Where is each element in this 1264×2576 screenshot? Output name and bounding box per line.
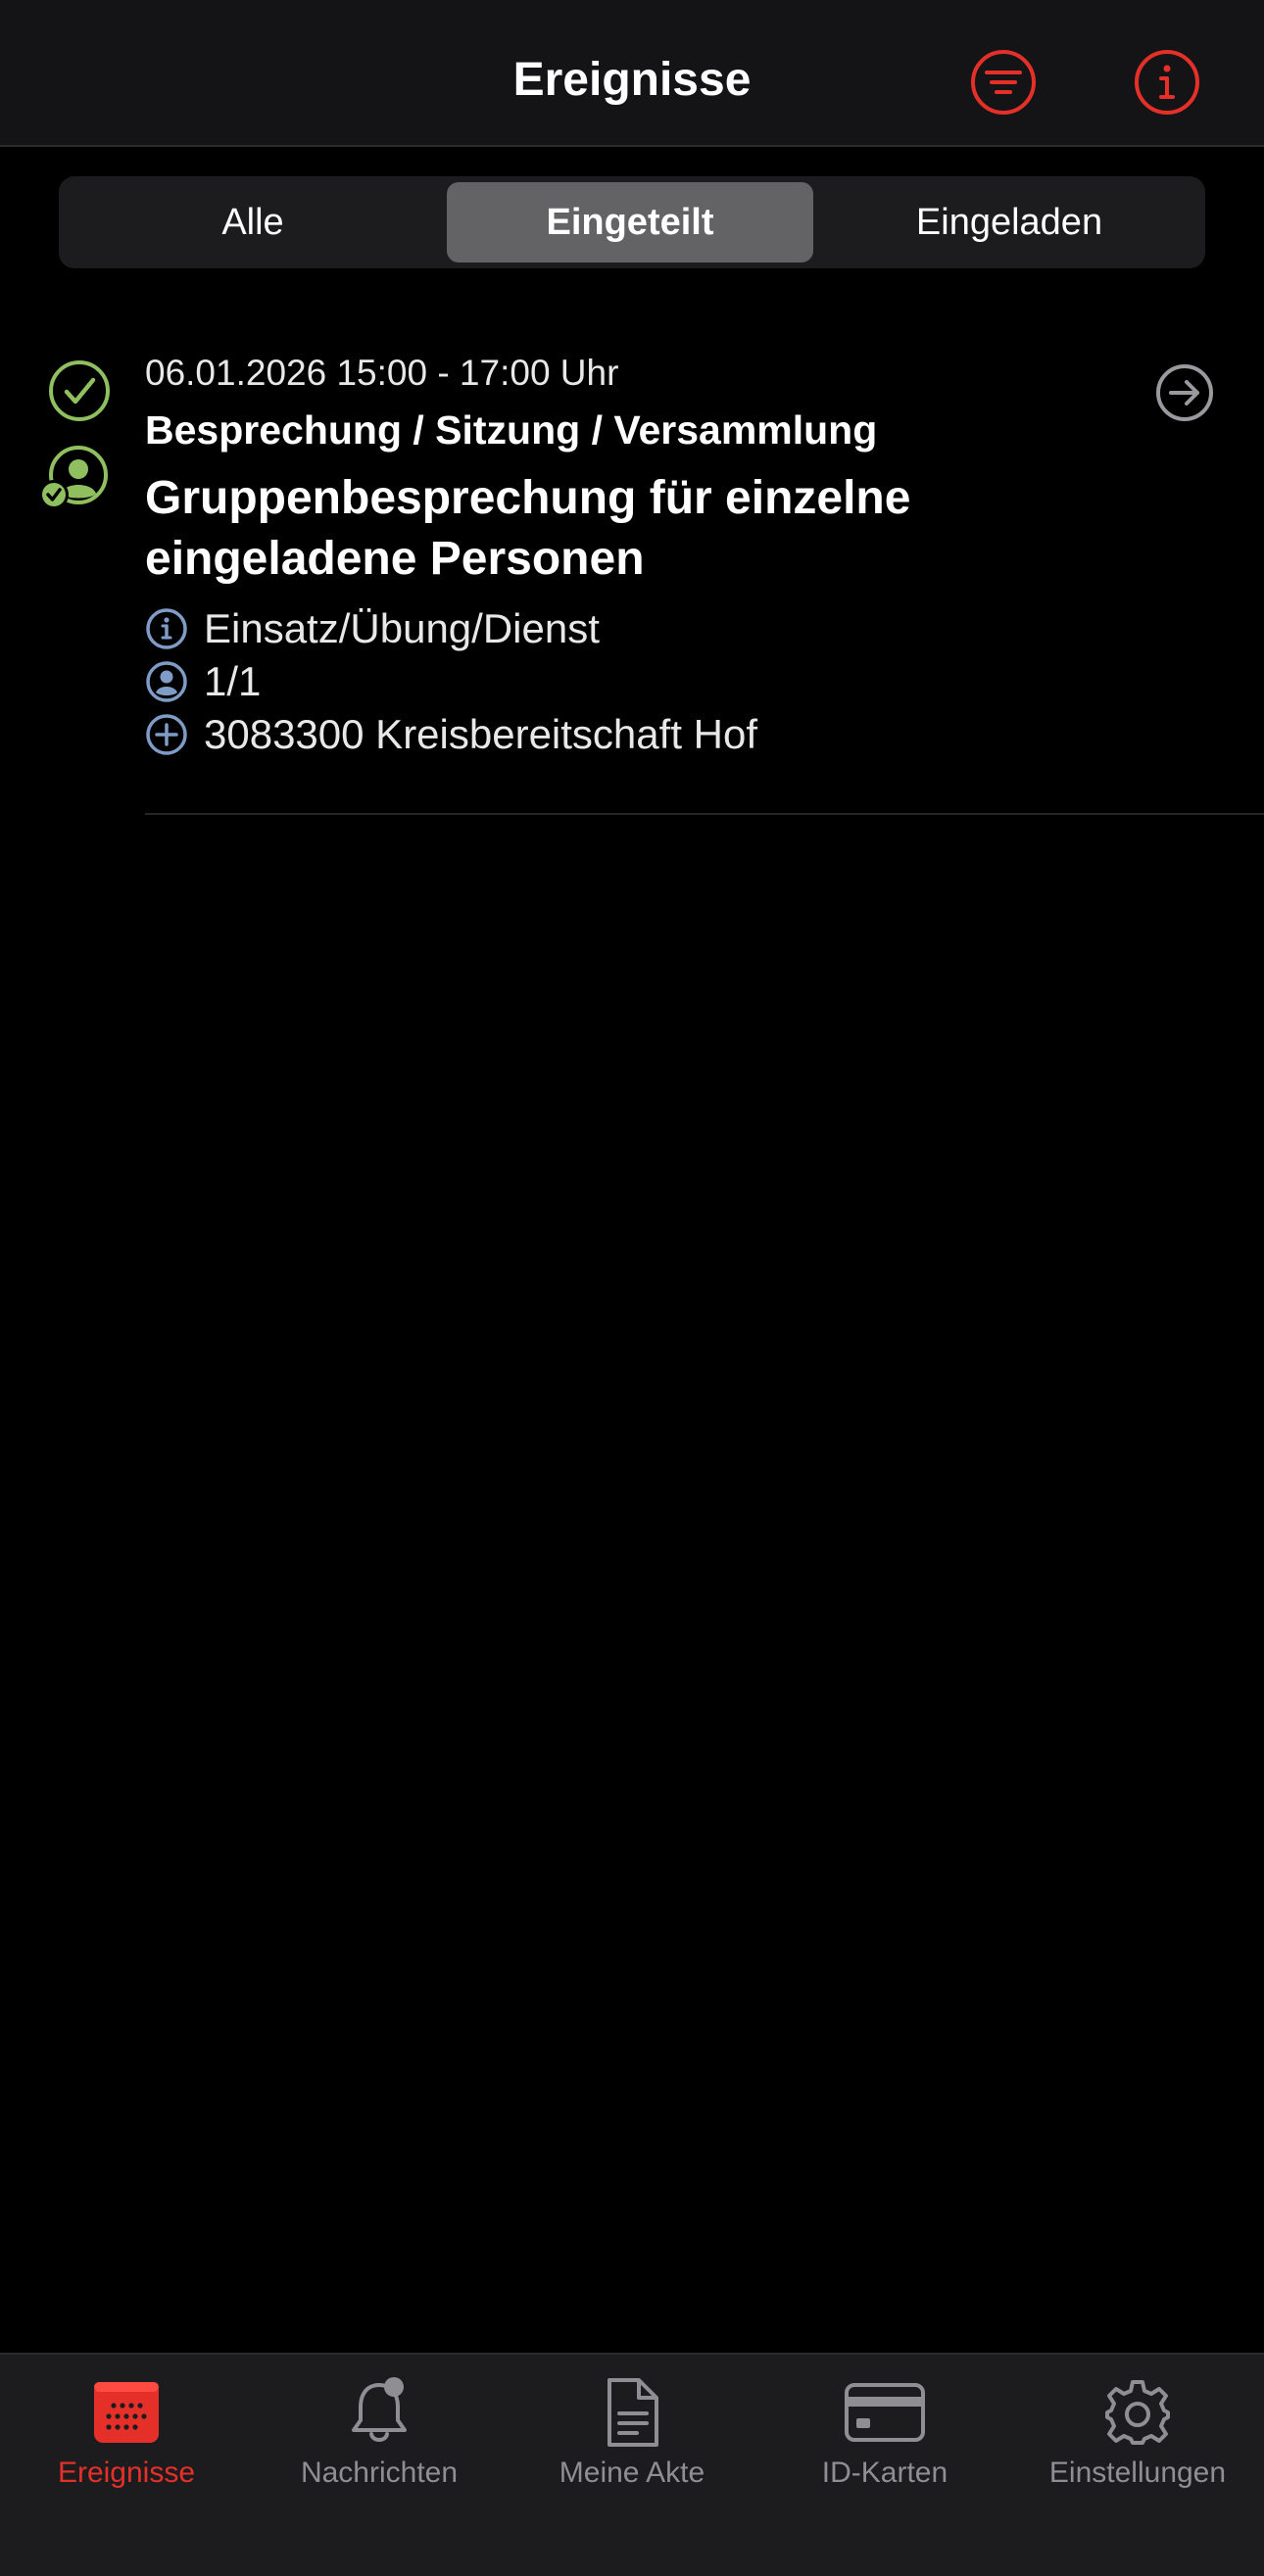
plus-circle-icon [146,714,187,755]
segment-alle[interactable]: Alle [65,182,441,262]
segmented-control: Alle Eingeteilt Eingeladen [59,176,1205,268]
event-title: Gruppenbesprechung für einzelne eingelad… [145,472,911,585]
event-type-row: Einsatz/Übung/Dienst [145,603,600,654]
tab-label-meine-akte: Meine Akte [559,2457,705,2489]
calendar-icon [0,2374,253,2451]
tab-label-nachrichten: Nachrichten [300,2457,459,2489]
tab-label-einstellungen: Einstellungen [1048,2457,1227,2489]
info-circle-icon [146,608,187,649]
checkmark-circle-icon [47,358,112,428]
event-organization: 3083300 Kreisbereitschaft Hof [204,711,758,757]
event-organization-row: 3083300 Kreisbereitschaft Hof [145,709,757,760]
tab-meine-akte[interactable]: Meine Akte [506,2355,758,2502]
person-circle-icon [146,661,187,702]
event-participants-row: 1/1 [145,656,261,707]
tab-ereignisse[interactable]: Ereignisse [0,2355,253,2502]
bell-badge-icon [253,2374,506,2451]
event-type: Einsatz/Übung/Dienst [204,605,600,651]
filter-lines-icon [971,50,1036,115]
page-title: Ereignisse [512,54,752,106]
person-assigned-icon [37,443,112,516]
navigation-bar: Ereignisse [0,0,1264,147]
tab-label-id-karten: ID-Karten [821,2457,948,2489]
info-circle-icon [1135,50,1199,115]
info-button[interactable] [1134,49,1200,116]
document-icon [506,2374,758,2451]
arrow-right-circle-icon[interactable] [1154,362,1215,428]
event-category: Besprechung / Sitzung / Versammlung [145,407,878,453]
tab-id-karten[interactable]: ID-Karten [758,2355,1011,2502]
filter-button[interactable] [970,49,1037,116]
id-card-icon [758,2374,1011,2451]
segment-eingeladen[interactable]: Eingeladen [819,182,1199,262]
gear-icon [1011,2374,1264,2451]
tab-label-ereignisse: Ereignisse [57,2457,196,2489]
segment-eingeteilt[interactable]: Eingeteilt [447,182,813,262]
tab-bar: Ereignisse Nachrichten Meine Akte ID-Kar… [0,2353,1264,2576]
tab-einstellungen[interactable]: Einstellungen [1011,2355,1264,2502]
event-list-item[interactable]: 06.01.2026 15:00 - 17:00 Uhr Besprechung… [0,333,1264,815]
tab-nachrichten[interactable]: Nachrichten [253,2355,506,2502]
event-participants: 1/1 [204,658,262,704]
list-divider [145,813,1264,815]
event-date-time: 06.01.2026 15:00 - 17:00 Uhr [145,353,619,393]
